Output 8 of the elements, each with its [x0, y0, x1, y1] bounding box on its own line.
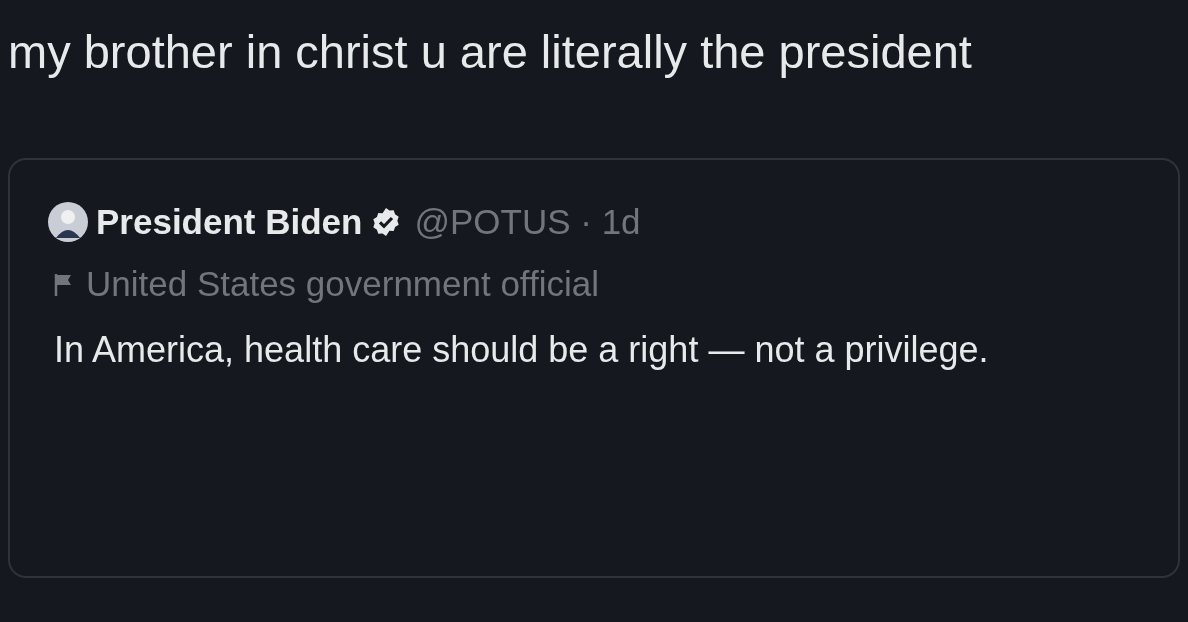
quoted-tweet-text: In America, health care should be a right — not a privilege.: [54, 328, 990, 372]
account-label: United States government official: [86, 264, 599, 304]
author-name[interactable]: President Biden: [96, 202, 363, 242]
quoted-tweet-card[interactable]: President Biden @POTUS · 1d United States government official In America, health care should be a right — not a privilege.: [8, 158, 1180, 578]
avatar-icon[interactable]: [48, 202, 88, 242]
author-handle[interactable]: @POTUS · 1d: [414, 202, 641, 242]
tweet-text: my brother in christ u are literally the president: [8, 24, 973, 80]
flag-icon: [54, 271, 74, 297]
